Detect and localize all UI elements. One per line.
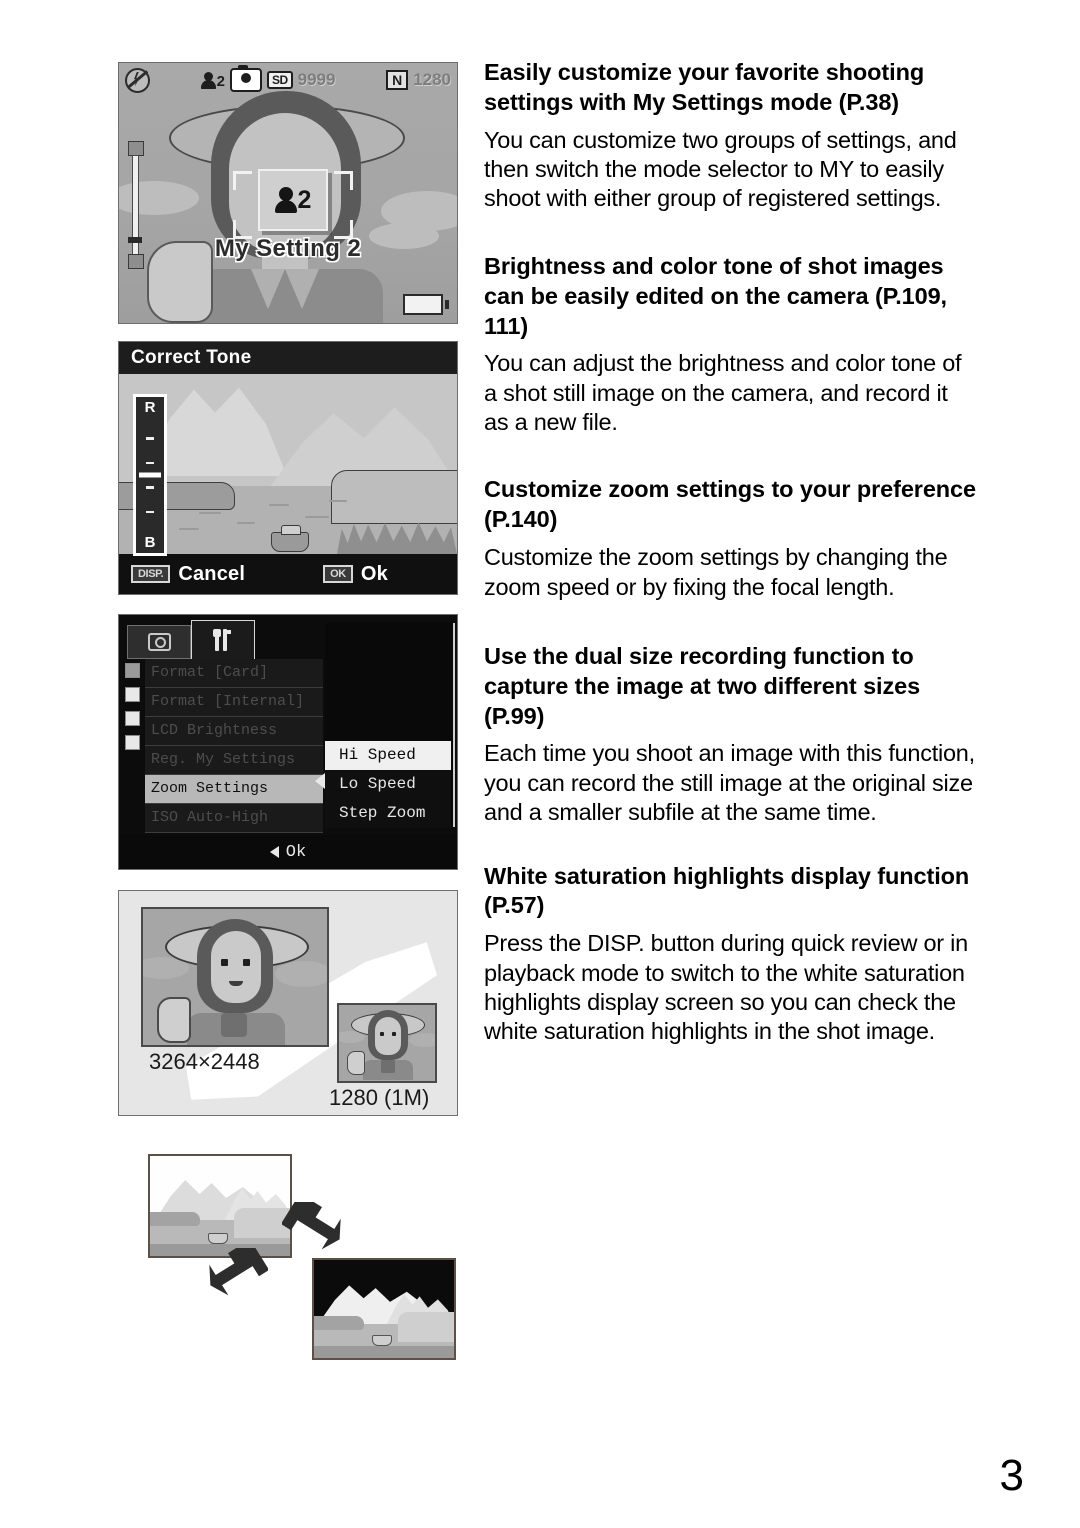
cancel-label: Cancel xyxy=(178,562,246,585)
feature-my-settings: Easily customize your favorite shooting … xyxy=(484,58,978,214)
menu-item[interactable]: Format [Internal] xyxy=(145,688,323,717)
slider-label-red: R xyxy=(144,399,156,416)
correct-tone-preview-image xyxy=(119,374,457,554)
tools-tab-icon xyxy=(213,629,233,651)
feature-correct-tone: Brightness and color tone of shot images… xyxy=(484,252,978,438)
my-settings-badge: 2 xyxy=(258,169,328,231)
my-settings-status-number: 2 xyxy=(216,72,225,90)
slider-thumb[interactable] xyxy=(139,472,161,478)
landscape-white-saturation-thumbnail xyxy=(312,1258,456,1360)
quality-normal-icon: N xyxy=(386,70,409,90)
large-image-thumbnail xyxy=(141,907,329,1047)
large-image-caption: 3264×2448 xyxy=(149,1049,260,1074)
feature-zoom-settings: Customize zoom settings to your preferen… xyxy=(484,475,978,601)
ok-key-icon: OK xyxy=(323,565,353,583)
feature-text-column: Easily customize your favorite shooting … xyxy=(484,0,978,1047)
correct-tone-footer: DISP. Cancel OK Ok xyxy=(119,554,457,594)
image-size-label: 1280 xyxy=(413,70,452,89)
feature-dual-size: Use the dual size recording function to … xyxy=(484,642,978,828)
feature-body: Customize the zoom settings by changing … xyxy=(484,544,948,600)
tone-adjust-slider[interactable]: R B xyxy=(133,394,167,556)
zoom-settings-submenu: Hi Speed Lo Speed Step Zoom xyxy=(325,741,451,828)
feature-body: You can adjust the brightness and color … xyxy=(484,350,962,436)
camera-icon xyxy=(229,65,262,92)
menu-item[interactable]: Reg. My Settings xyxy=(145,746,323,775)
ok-label: Ok xyxy=(360,562,388,585)
landscape-normal-thumbnail xyxy=(148,1154,292,1258)
feature-body: You can customize two groups of settings… xyxy=(484,126,957,212)
zoom-bar-icon xyxy=(128,141,144,269)
feature-heading: Brightness and color tone of shot images… xyxy=(484,252,947,339)
body-shape xyxy=(193,269,383,323)
my-settings-2-icon: 2 xyxy=(200,71,225,90)
setup-menu-list: Format [Card] Format [Internal] LCD Brig… xyxy=(145,659,323,833)
feature-body: Press the DISP. button during quick revi… xyxy=(484,930,968,1045)
boat-shape xyxy=(271,525,309,552)
page-number: 3 xyxy=(999,1451,1024,1500)
camera-tab-icon xyxy=(147,633,171,651)
slider-scale xyxy=(136,415,164,535)
flash-off-icon xyxy=(125,67,150,93)
cancel-button[interactable]: DISP. Cancel xyxy=(131,563,245,586)
feature-heading: Easily customize your favorite shooting … xyxy=(484,59,925,115)
correct-tone-title: Correct Tone xyxy=(119,342,457,374)
lcd-status-bar: 2 SD 9999 N 1280 xyxy=(119,65,457,93)
feature-body: Each time you shoot an image with this f… xyxy=(484,740,975,826)
menu-ok-hint: Ok xyxy=(285,842,307,862)
tab-setup[interactable] xyxy=(191,620,255,659)
tab-shooting[interactable] xyxy=(127,625,191,659)
feature-heading: White saturation highlights display func… xyxy=(484,862,970,919)
submenu-option-step-zoom[interactable]: Step Zoom xyxy=(325,799,451,828)
menu-bottom-hint-bar: Ok xyxy=(119,835,457,869)
menu-tab-bar xyxy=(127,620,327,659)
menu-page-indicator xyxy=(125,663,141,750)
menu-item[interactable]: LCD Brightness xyxy=(145,717,323,746)
dual-size-recording-figure: 3264×2448 1280 (1M) xyxy=(118,890,458,1116)
my-settings-badge-number: 2 xyxy=(297,185,312,214)
zoom-settings-menu-figure: Format [Card] Format [Internal] LCD Brig… xyxy=(118,614,458,870)
sd-card-icon: SD xyxy=(266,71,293,89)
correct-tone-screen-figure: Correct Tone R B DISP. Cancel OK Ok xyxy=(118,341,458,595)
lcd-live-view-figure: 2 My Setting 2 2 SD 9999 N 1280 xyxy=(118,62,458,324)
white-saturation-figure xyxy=(140,1148,460,1360)
battery-icon xyxy=(403,294,449,315)
menu-item[interactable]: Format [Card] xyxy=(145,659,323,688)
submenu-option-lo-speed[interactable]: Lo Speed xyxy=(325,770,451,799)
menu-item[interactable]: ISO Auto-High xyxy=(145,804,323,833)
feature-heading: Customize zoom settings to your preferen… xyxy=(484,476,976,533)
submenu-caret-icon xyxy=(315,773,325,789)
small-image-caption: 1280 (1M) xyxy=(329,1085,430,1110)
person-icon xyxy=(274,187,297,213)
arrow-down-right-icon xyxy=(282,1202,341,1250)
arrow-up-left-icon xyxy=(209,1248,268,1296)
left-arrow-icon xyxy=(269,846,279,858)
feature-heading: Use the dual size recording function to … xyxy=(484,642,921,729)
slider-label-blue: B xyxy=(144,534,156,551)
menu-item-zoom-settings[interactable]: Zoom Settings xyxy=(145,775,323,804)
remaining-shots: 9999 xyxy=(297,70,336,89)
disp-key-icon: DISP. xyxy=(131,565,171,583)
feature-white-saturation: White saturation highlights display func… xyxy=(484,862,978,1047)
submenu-option-hi-speed[interactable]: Hi Speed xyxy=(325,741,451,770)
ok-button[interactable]: OK Ok xyxy=(323,563,388,586)
shore-shape xyxy=(331,470,457,524)
small-image-thumbnail xyxy=(337,1003,437,1083)
my-settings-overlay-label: My Setting 2 xyxy=(214,235,362,262)
